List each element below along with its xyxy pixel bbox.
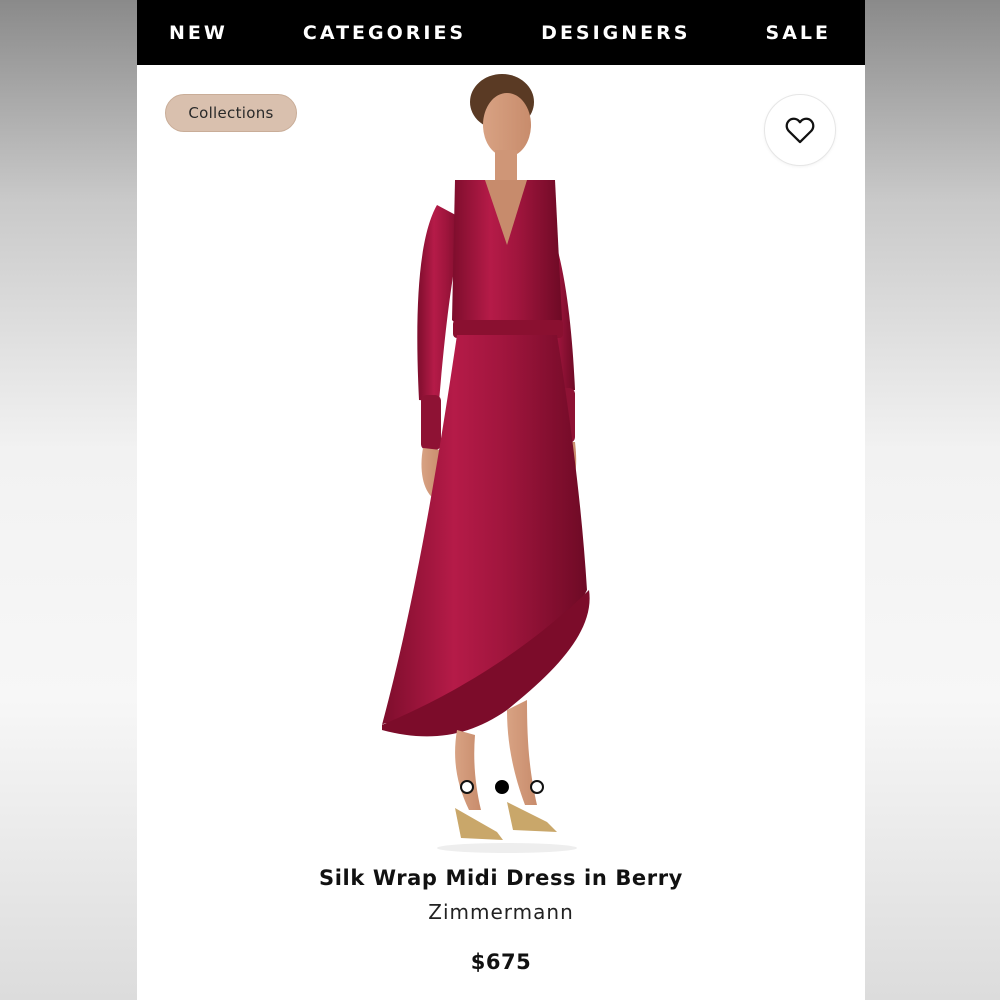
carousel-dot-3[interactable] bbox=[530, 780, 544, 794]
product-price: $675 bbox=[470, 950, 532, 974]
heart-icon bbox=[785, 117, 815, 144]
carousel-dot-1[interactable] bbox=[460, 780, 474, 794]
nav-item-categories[interactable]: CATEGORIES bbox=[303, 22, 466, 44]
product-page: NEW CATEGORIES DESIGNERS SALE Collection… bbox=[137, 0, 865, 1000]
product-brand[interactable]: Zimmermann bbox=[137, 900, 865, 924]
collections-chip[interactable]: Collections bbox=[165, 94, 297, 132]
product-image[interactable] bbox=[357, 70, 657, 855]
nav-item-sale[interactable]: SALE bbox=[766, 22, 831, 44]
top-navigation: NEW CATEGORIES DESIGNERS SALE bbox=[137, 0, 865, 65]
nav-item-designers[interactable]: DESIGNERS bbox=[541, 22, 690, 44]
carousel-dot-2[interactable] bbox=[495, 780, 509, 794]
favorite-button[interactable] bbox=[764, 94, 836, 166]
image-carousel-indicators bbox=[452, 780, 552, 796]
background-blur-left bbox=[0, 0, 137, 1000]
nav-item-new[interactable]: NEW bbox=[169, 22, 228, 44]
background-blur-right bbox=[863, 0, 1000, 1000]
product-title[interactable]: Silk Wrap Midi Dress in Berry bbox=[137, 866, 865, 890]
